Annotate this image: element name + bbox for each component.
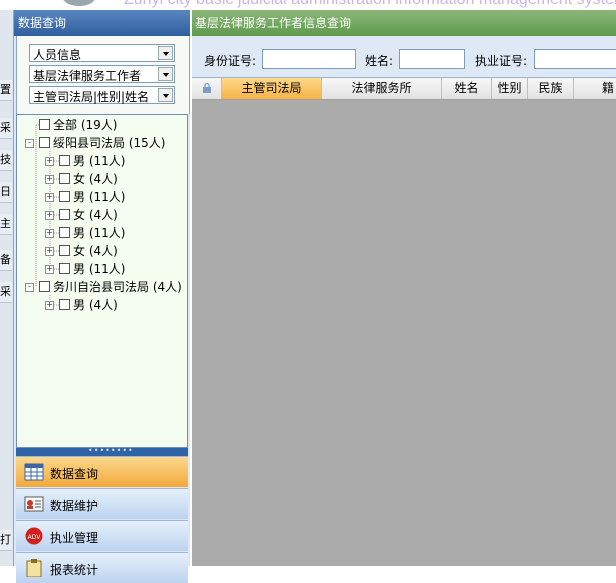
sidebar-title: 数据查询: [14, 10, 190, 36]
tree-checkbox[interactable]: [39, 281, 50, 292]
left-edge-tab[interactable]: 备: [0, 250, 12, 271]
category-tree: 全部 (19人) - 绥阳县司法局 (15人) + 男 (11人) + 女 (4…: [16, 114, 188, 448]
expand-icon[interactable]: +: [45, 193, 54, 202]
menu-report-statistics[interactable]: 报表统计: [16, 552, 188, 583]
collapse-icon[interactable]: -: [25, 283, 34, 292]
left-edge-tab[interactable]: 置: [0, 80, 12, 101]
column-header-service-office[interactable]: 法律服务所: [322, 78, 442, 99]
adv-badge-icon: ADV: [25, 527, 43, 545]
name-label: 姓名:: [365, 54, 394, 68]
column-header-native-place[interactable]: 籍: [574, 78, 616, 99]
tree-checkbox[interactable]: [59, 227, 70, 238]
category-select[interactable]: 人员信息: [29, 44, 175, 62]
type-select[interactable]: 基层法律服务工作者: [29, 65, 175, 83]
left-edge-panel: 置 采 技 日 主 备 采 打: [0, 10, 14, 566]
name-input[interactable]: [399, 49, 465, 69]
license-number-label: 执业证号:: [475, 54, 528, 68]
expand-icon[interactable]: +: [45, 265, 54, 274]
expand-icon[interactable]: +: [45, 211, 54, 220]
search-bar: 身份证号: 姓名: 执业证号:: [192, 36, 616, 78]
left-edge-tab[interactable]: 技: [0, 150, 12, 171]
sidebar: 数据查询 人员信息 基层法律服务工作者 主管司法局|性别|姓名 全部 (19人)…: [14, 10, 190, 583]
tree-checkbox[interactable]: [59, 209, 70, 220]
logo-icon: [62, 0, 96, 6]
column-header-gender[interactable]: 性别: [492, 78, 528, 99]
expand-icon[interactable]: +: [45, 301, 54, 310]
menu-practice-management[interactable]: ADV 执业管理: [16, 520, 188, 551]
calendar-grid-icon: [24, 463, 44, 481]
filter-panel: 人员信息 基层法律服务工作者 主管司法局|性别|姓名: [16, 36, 190, 114]
main-title: 基层法律服务工作者信息查询: [192, 10, 616, 36]
left-edge-tab[interactable]: 日: [0, 182, 12, 203]
row-selector-header[interactable]: [192, 78, 222, 99]
id-number-input[interactable]: [262, 49, 356, 69]
column-header-name[interactable]: 姓名: [442, 78, 492, 99]
tree-checkbox[interactable]: [59, 245, 70, 256]
chevron-down-icon[interactable]: [158, 67, 173, 81]
tree-checkbox[interactable]: [39, 137, 50, 148]
lock-icon: [202, 82, 211, 93]
license-number-input[interactable]: [534, 49, 616, 69]
menu-data-query[interactable]: 数据查询: [16, 456, 188, 487]
expand-icon[interactable]: +: [45, 175, 54, 184]
tree-checkbox[interactable]: [59, 173, 70, 184]
id-card-icon: [24, 496, 44, 512]
expand-icon[interactable]: +: [45, 247, 54, 256]
left-edge-tab[interactable]: 打: [0, 530, 12, 551]
id-number-label: 身份证号:: [204, 54, 257, 68]
column-header-bureau[interactable]: 主管司法局: [222, 78, 322, 99]
column-header-ethnicity[interactable]: 民族: [528, 78, 574, 99]
left-edge-tab[interactable]: 采: [0, 282, 12, 303]
grouping-select[interactable]: 主管司法局|性别|姓名: [29, 86, 175, 104]
expand-icon[interactable]: +: [45, 157, 54, 166]
expand-icon[interactable]: +: [45, 229, 54, 238]
clipboard-icon: [26, 559, 42, 577]
app-banner: Zunyi city basic judicial administration…: [0, 0, 616, 10]
tree-checkbox[interactable]: [59, 191, 70, 202]
grid-body[interactable]: [192, 100, 616, 566]
chevron-down-icon[interactable]: [158, 88, 173, 102]
chevron-down-icon[interactable]: [158, 46, 173, 60]
main-panel: 基层法律服务工作者信息查询 身份证号: 姓名: 执业证号: 主管司法局 法律服务…: [192, 10, 616, 566]
panel-splitter[interactable]: ••••••••: [16, 447, 188, 456]
grid-header: 主管司法局 法律服务所 姓名 性别 民族 籍: [192, 78, 616, 100]
tree-checkbox[interactable]: [59, 299, 70, 310]
tree-checkbox[interactable]: [59, 263, 70, 274]
tree-checkbox[interactable]: [39, 119, 50, 130]
menu-data-maintenance[interactable]: 数据维护: [16, 488, 188, 519]
banner-title: Zunyi city basic judicial administration…: [124, 0, 616, 9]
left-edge-tab[interactable]: 采: [0, 118, 12, 139]
collapse-icon[interactable]: -: [25, 139, 34, 148]
tree-checkbox[interactable]: [59, 155, 70, 166]
svg-text:ADV: ADV: [28, 534, 42, 541]
left-edge-tab[interactable]: 主: [0, 214, 12, 235]
